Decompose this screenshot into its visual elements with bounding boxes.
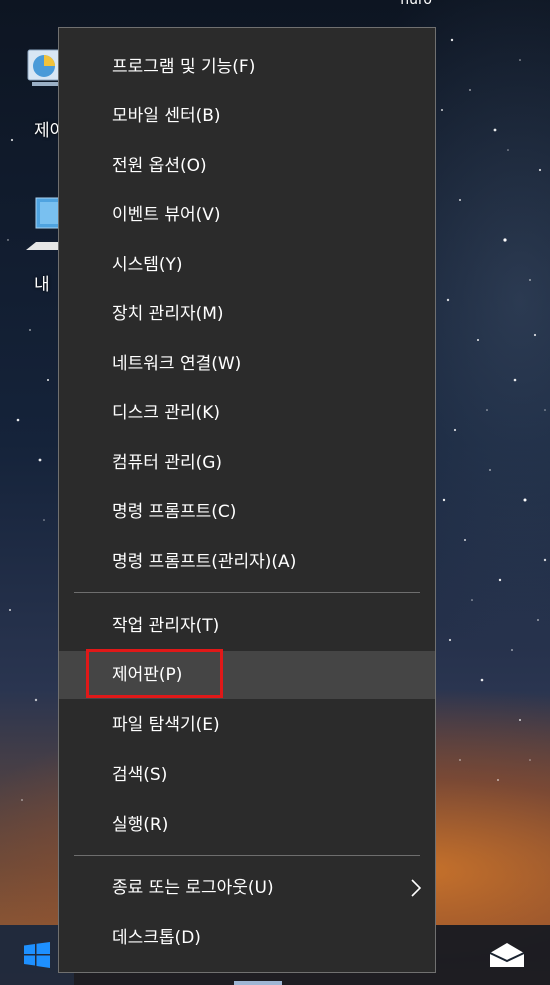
menu-item-power-options[interactable]: 전원 옵션(O) xyxy=(59,144,435,188)
menu-item-label: 컴퓨터 관리(G) xyxy=(112,453,223,473)
menu-item-label: 장치 관리자(M) xyxy=(112,304,224,324)
menu-item-label: 시스템(Y) xyxy=(112,255,183,275)
menu-item-label: 명령 프롬프트(C) xyxy=(112,502,237,522)
menu-item-label: 종료 또는 로그아웃(U) xyxy=(112,878,274,898)
menu-item-mobility-center[interactable]: 모바일 센터(B) xyxy=(59,94,435,138)
menu-item-device-manager[interactable]: 장치 관리자(M) xyxy=(59,292,435,336)
menu-item-shutdown-signout[interactable]: 종료 또는 로그아웃(U) xyxy=(59,866,435,910)
taskbar-active-indicator xyxy=(234,981,282,985)
menu-item-run[interactable]: 실행(R) xyxy=(59,803,435,847)
menu-item-label: 네트워크 연결(W) xyxy=(112,354,242,374)
menu-item-command-prompt-admin[interactable]: 명령 프롬프트(관리자)(A) xyxy=(59,540,435,584)
menu-item-label: 프로그램 및 기능(F) xyxy=(112,57,256,77)
menu-item-label: 실행(R) xyxy=(112,815,169,835)
desktop-background: 제어 내 nuro 프로그램 및 기능(F) 모바일 센터(B) 전원 옵션(O… xyxy=(0,0,550,985)
menu-item-network-connections[interactable]: 네트워크 연결(W) xyxy=(59,342,435,386)
menu-item-system[interactable]: 시스템(Y) xyxy=(59,243,435,287)
menu-item-programs-features[interactable]: 프로그램 및 기능(F) xyxy=(59,45,435,89)
menu-item-computer-management[interactable]: 컴퓨터 관리(G) xyxy=(59,441,435,485)
chevron-right-icon xyxy=(411,866,421,910)
menu-separator xyxy=(74,855,420,856)
action-center-button[interactable] xyxy=(486,939,528,971)
red-highlight-box xyxy=(86,649,223,698)
menu-item-label: 명령 프롬프트(관리자)(A) xyxy=(112,552,297,572)
menu-item-label: 전원 옵션(O) xyxy=(112,156,207,176)
menu-item-label: 디스크 관리(K) xyxy=(112,403,221,423)
menu-item-file-explorer[interactable]: 파일 탐색기(E) xyxy=(59,703,435,747)
menu-item-label: 검색(S) xyxy=(112,765,168,785)
winx-context-menu: 프로그램 및 기능(F) 모바일 센터(B) 전원 옵션(O) 이벤트 뷰어(V… xyxy=(58,27,436,973)
menu-item-label: 모바일 센터(B) xyxy=(112,106,221,126)
menu-item-label: 이벤트 뷰어(V) xyxy=(112,205,221,225)
menu-item-disk-management[interactable]: 디스크 관리(K) xyxy=(59,391,435,435)
notification-icon xyxy=(489,943,525,967)
menu-item-label: 데스크톱(D) xyxy=(112,928,201,948)
menu-item-command-prompt[interactable]: 명령 프롬프트(C) xyxy=(59,490,435,534)
menu-item-label: 파일 탐색기(E) xyxy=(112,715,220,735)
menu-item-search[interactable]: 검색(S) xyxy=(59,753,435,797)
top-partial-text: nuro xyxy=(400,0,432,8)
this-pc-desktop-label: 내 xyxy=(34,275,50,295)
menu-item-desktop[interactable]: 데스크톱(D) xyxy=(59,916,435,960)
windows-logo-icon xyxy=(24,942,50,968)
menu-item-task-manager[interactable]: 작업 관리자(T) xyxy=(59,604,435,648)
menu-item-label: 작업 관리자(T) xyxy=(112,616,220,636)
menu-item-event-viewer[interactable]: 이벤트 뷰어(V) xyxy=(59,193,435,237)
menu-separator xyxy=(74,592,420,593)
